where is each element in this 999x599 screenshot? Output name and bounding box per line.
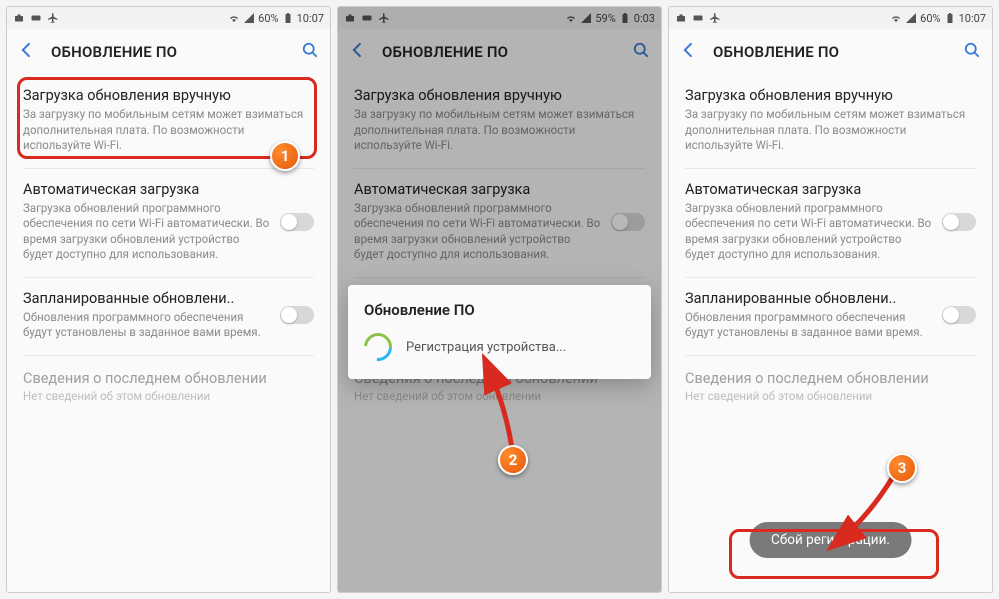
item-title: Автоматическая загрузка <box>23 181 270 198</box>
item-auto-download[interactable]: Автоматическая загрузка Загрузка обновле… <box>7 169 330 277</box>
item-subtitle: Загрузка обновлений программного обеспеч… <box>23 201 270 263</box>
battery-icon <box>282 12 294 24</box>
page-title: ОБНОВЛЕНИЕ ПО <box>713 43 948 61</box>
ticket-icon <box>692 12 704 24</box>
app-header: ОБНОВЛЕНИЕ ПО <box>7 29 330 75</box>
item-title: Запланированные обновлени.. <box>23 290 270 307</box>
clock: 10:07 <box>297 12 324 25</box>
briefcase-icon <box>675 12 687 24</box>
item-manual-download[interactable]: Загрузка обновления вручную За загрузку … <box>669 75 992 168</box>
wifi-icon <box>890 12 902 24</box>
phone-screen-3: 60% 10:07 ОБНОВЛЕНИЕ ПО Загрузка обновле… <box>668 6 993 593</box>
ticket-icon <box>30 12 42 24</box>
item-scheduled[interactable]: Запланированные обновлени.. Обновления п… <box>7 278 330 355</box>
toggle-auto[interactable] <box>942 213 976 231</box>
battery-pct: 60% <box>920 12 940 25</box>
spinner-icon <box>358 327 397 366</box>
back-icon[interactable] <box>17 40 37 64</box>
signal-icon <box>905 12 917 24</box>
battery-icon <box>944 12 956 24</box>
signal-icon <box>243 12 255 24</box>
search-icon[interactable] <box>300 40 320 64</box>
app-header: ОБНОВЛЕНИЕ ПО <box>669 29 992 75</box>
status-bar: 60% 10:07 <box>669 7 992 29</box>
plane-icon <box>709 12 721 24</box>
item-title: Запланированные обновлени.. <box>685 290 932 307</box>
item-title: Загрузка обновления вручную <box>685 87 976 104</box>
phone-screen-2: 59% 0:03 ОБНОВЛЕНИЕ ПО Загрузка обновлен… <box>337 6 662 593</box>
item-subtitle: За загрузку по мобильным сетям может взи… <box>23 107 314 154</box>
modal-text: Регистрация устройства... <box>406 340 566 355</box>
toggle-auto[interactable] <box>280 213 314 231</box>
item-last-title: Сведения о последнем обновлении <box>669 356 992 389</box>
settings-list: Загрузка обновления вручную За загрузку … <box>669 75 992 592</box>
toast-failure: Сбой регистрации. <box>749 522 912 558</box>
back-icon[interactable] <box>679 40 699 64</box>
status-bar: 60% 10:07 <box>7 7 330 29</box>
item-auto-download[interactable]: Автоматическая загрузка Загрузка обновле… <box>669 169 992 277</box>
item-scheduled[interactable]: Запланированные обновлени.. Обновления п… <box>669 278 992 355</box>
item-subtitle: Обновления программного обеспечения буду… <box>685 310 932 341</box>
item-manual-download[interactable]: Загрузка обновления вручную За загрузку … <box>7 75 330 168</box>
wifi-icon <box>228 12 240 24</box>
item-subtitle: За загрузку по мобильным сетям может взи… <box>685 107 976 154</box>
item-subtitle: Обновления программного обеспечения буду… <box>23 310 270 341</box>
item-subtitle: Загрузка обновлений программного обеспеч… <box>685 201 932 263</box>
item-title: Автоматическая загрузка <box>685 181 932 198</box>
page-title: ОБНОВЛЕНИЕ ПО <box>51 43 286 61</box>
modal-title: Обновление ПО <box>364 301 635 319</box>
toggle-scheduled[interactable] <box>280 306 314 324</box>
settings-list: Загрузка обновления вручную За загрузку … <box>7 75 330 592</box>
item-title: Загрузка обновления вручную <box>23 87 314 104</box>
clock: 10:07 <box>959 12 986 25</box>
toggle-scheduled[interactable] <box>942 306 976 324</box>
phone-screen-1: 60% 10:07 ОБНОВЛЕНИЕ ПО Загрузка обновле… <box>6 6 331 593</box>
plane-icon <box>47 12 59 24</box>
item-last-sub: Нет сведений об этом обновлении <box>7 389 330 419</box>
item-last-sub: Нет сведений об этом обновлении <box>669 389 992 419</box>
modal-update-progress: Обновление ПО Регистрация устройства... <box>348 285 651 379</box>
battery-pct: 60% <box>258 12 278 25</box>
item-last-title: Сведения о последнем обновлении <box>7 356 330 389</box>
briefcase-icon <box>13 12 25 24</box>
search-icon[interactable] <box>962 40 982 64</box>
